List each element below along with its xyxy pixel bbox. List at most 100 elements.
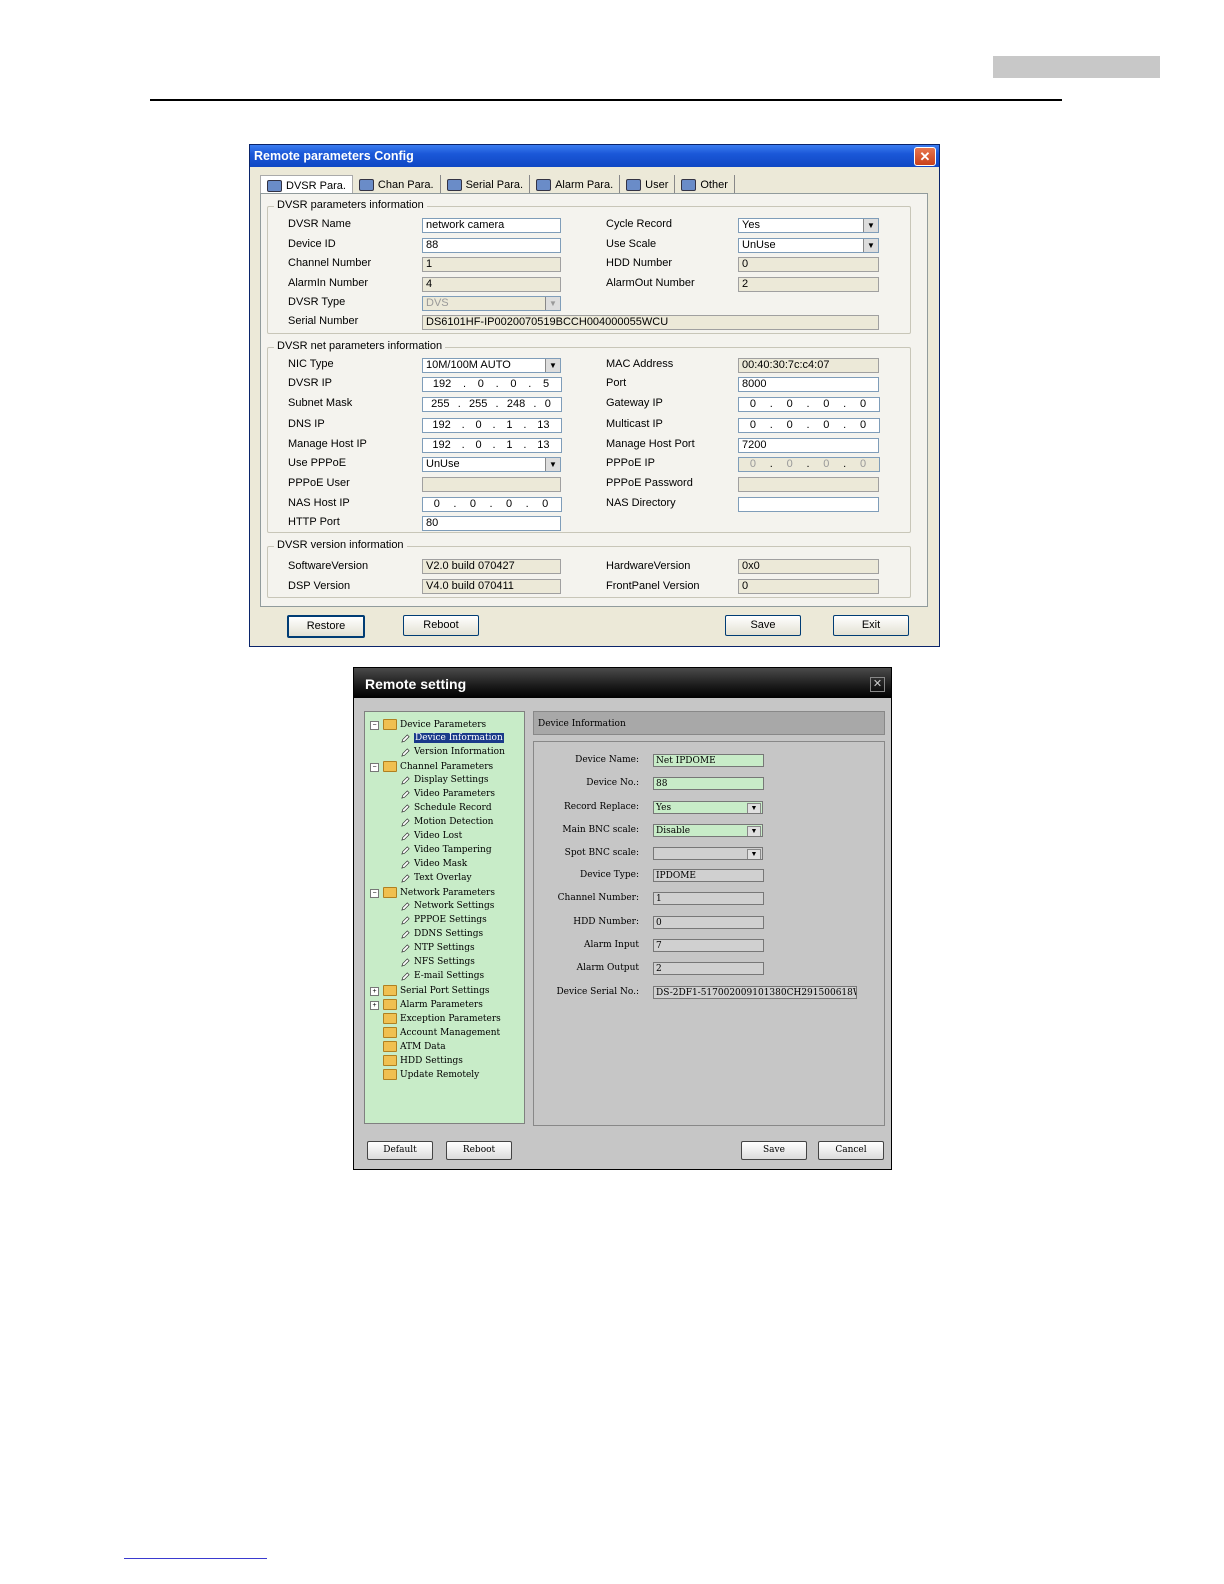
- expand-icon[interactable]: +: [370, 987, 379, 996]
- tab-dvsr-para[interactable]: DVSR Para.: [260, 175, 353, 194]
- dns-ip-input[interactable]: 192. 0. 1. 13: [422, 418, 562, 433]
- tree-account-management[interactable]: Account Management: [383, 1027, 500, 1038]
- save-button[interactable]: Save: [741, 1141, 807, 1160]
- ip-octet: 0: [786, 398, 793, 410]
- pen-icon: [401, 733, 410, 743]
- cycle-record-select[interactable]: Yes ▼: [738, 218, 879, 233]
- close-button[interactable]: ✕: [870, 677, 885, 692]
- restore-button[interactable]: Restore: [287, 615, 365, 638]
- chevron-down-icon[interactable]: ▼: [545, 458, 560, 471]
- gateway-ip-input[interactable]: 0.0.0.0: [738, 397, 880, 412]
- dns-ip-label: DNS IP: [288, 418, 325, 430]
- tree-atm-data[interactable]: ATM Data: [383, 1041, 446, 1052]
- dvsr-ip-input[interactable]: 192. 0. 0. 5: [422, 377, 562, 392]
- manage-host-ip-input[interactable]: 192. 0. 1. 13: [422, 438, 562, 453]
- alarm-output-label: Alarm Output: [576, 963, 639, 973]
- save-button[interactable]: Save: [725, 615, 801, 636]
- tree-alarm-parameters[interactable]: Alarm Parameters: [383, 999, 483, 1010]
- collapse-icon[interactable]: −: [370, 889, 379, 898]
- spot-bnc-scale-label: Spot BNC scale:: [564, 848, 639, 858]
- collapse-icon[interactable]: −: [370, 721, 379, 730]
- tree-serial-port-settings[interactable]: Serial Port Settings: [383, 985, 489, 996]
- nas-host-ip-input[interactable]: 0.0.0.0: [422, 497, 562, 512]
- dvsr-name-input[interactable]: network camera: [422, 218, 561, 233]
- chevron-down-icon[interactable]: ▼: [863, 219, 878, 232]
- tree-ddns-settings[interactable]: DDNS Settings: [401, 929, 483, 939]
- alarmout-number-label: AlarmOut Number: [606, 277, 695, 289]
- alarm-output-field: 2: [653, 962, 764, 975]
- cancel-button[interactable]: Cancel: [818, 1141, 884, 1160]
- chevron-down-icon[interactable]: ▼: [747, 826, 761, 836]
- tree-nfs-settings[interactable]: NFS Settings: [401, 957, 475, 967]
- tree-label: Video Tampering: [414, 845, 492, 855]
- tab-strip: DVSR Para. Chan Para. Serial Para. Alarm…: [260, 175, 735, 194]
- use-pppoe-select[interactable]: UnUse ▼: [422, 457, 561, 472]
- nas-directory-input[interactable]: [738, 497, 879, 512]
- tree-network-parameters[interactable]: Network Parameters: [383, 887, 495, 898]
- tree-version-information[interactable]: Version Information: [401, 747, 505, 757]
- reboot-button[interactable]: Reboot: [446, 1141, 512, 1160]
- main-bnc-scale-select[interactable]: Disable ▼: [653, 824, 763, 837]
- reboot-button[interactable]: Reboot: [403, 615, 479, 636]
- title-bar[interactable]: Remote setting ✕: [354, 668, 891, 698]
- chevron-down-icon[interactable]: ▼: [545, 359, 560, 372]
- alarmin-number-label: AlarmIn Number: [288, 277, 369, 289]
- folder-icon: [383, 887, 397, 898]
- tree-label: E-mail Settings: [414, 971, 485, 981]
- tree-device-information[interactable]: Device Information: [401, 733, 504, 743]
- http-port-input[interactable]: 80: [422, 516, 561, 531]
- subnet-mask-label: Subnet Mask: [288, 397, 353, 409]
- tree-video-lost[interactable]: Video Lost: [401, 831, 462, 841]
- tab-other[interactable]: Other: [675, 175, 735, 193]
- nic-type-select[interactable]: 10M/100M AUTO ▼: [422, 358, 561, 373]
- manage-host-port-input[interactable]: 7200: [738, 438, 879, 453]
- tab-chan-para[interactable]: Chan Para.: [353, 175, 441, 193]
- multicast-ip-input[interactable]: 0.0.0.0: [738, 418, 880, 433]
- tree-update-remotely[interactable]: Update Remotely: [383, 1069, 479, 1080]
- tree-text-overlay[interactable]: Text Overlay: [401, 873, 472, 883]
- frontpanel-version-field: 0: [738, 579, 879, 594]
- ip-octet: 0: [469, 498, 476, 510]
- port-input[interactable]: 8000: [738, 377, 879, 392]
- tab-serial-para[interactable]: Serial Para.: [441, 175, 531, 193]
- ip-octet: 0: [859, 458, 867, 470]
- tree-network-settings[interactable]: Network Settings: [401, 901, 494, 911]
- use-scale-select[interactable]: UnUse ▼: [738, 238, 879, 253]
- ip-octet: 0: [544, 398, 551, 410]
- tree-email-settings[interactable]: E-mail Settings: [401, 971, 484, 981]
- tree-channel-parameters[interactable]: Channel Parameters: [383, 761, 493, 772]
- gateway-ip-label: Gateway IP: [606, 397, 663, 409]
- tab-user[interactable]: User: [620, 175, 676, 193]
- pen-icon: [401, 859, 410, 869]
- tree-video-mask[interactable]: Video Mask: [401, 859, 467, 869]
- device-id-input[interactable]: 88: [422, 238, 561, 253]
- tree-exception-parameters[interactable]: Exception Parameters: [383, 1013, 501, 1024]
- hdd-number-field: 0: [653, 916, 764, 929]
- collapse-icon[interactable]: −: [370, 763, 379, 772]
- expand-icon[interactable]: +: [370, 1001, 379, 1010]
- tree-schedule-record[interactable]: Schedule Record: [401, 803, 492, 813]
- manage-host-ip-label: Manage Host IP: [288, 438, 367, 450]
- default-button[interactable]: Default: [367, 1141, 433, 1160]
- record-replace-select[interactable]: Yes ▼: [653, 801, 763, 814]
- tree-hdd-settings[interactable]: HDD Settings: [383, 1055, 463, 1066]
- tree-device-parameters[interactable]: Device Parameters: [383, 719, 486, 730]
- close-button[interactable]: ✕: [914, 147, 936, 166]
- hardware-version-field: 0x0: [738, 559, 879, 574]
- tree-motion-detection[interactable]: Motion Detection: [401, 817, 493, 827]
- dvsr-version-group: DVSR version information SoftwareVersion…: [267, 539, 911, 598]
- chevron-down-icon[interactable]: ▼: [747, 803, 761, 813]
- tree-video-tampering[interactable]: Video Tampering: [401, 845, 492, 855]
- tree-ntp-settings[interactable]: NTP Settings: [401, 943, 475, 953]
- device-no-input[interactable]: 88: [653, 777, 764, 790]
- tree-video-parameters[interactable]: Video Parameters: [401, 789, 495, 799]
- subnet-mask-input[interactable]: 255. 255. 248. 0: [422, 397, 562, 412]
- tab-alarm-para[interactable]: Alarm Para.: [530, 175, 621, 193]
- tree-pppoe-settings[interactable]: PPPOE Settings: [401, 915, 487, 925]
- chevron-down-icon[interactable]: ▼: [863, 239, 878, 252]
- exit-button[interactable]: Exit: [833, 615, 909, 636]
- device-name-input[interactable]: Net IPDOME: [653, 754, 764, 767]
- alarmout-number-field: 2: [738, 277, 879, 292]
- title-bar[interactable]: Remote parameters Config ✕: [250, 145, 939, 167]
- tree-display-settings[interactable]: Display Settings: [401, 775, 488, 785]
